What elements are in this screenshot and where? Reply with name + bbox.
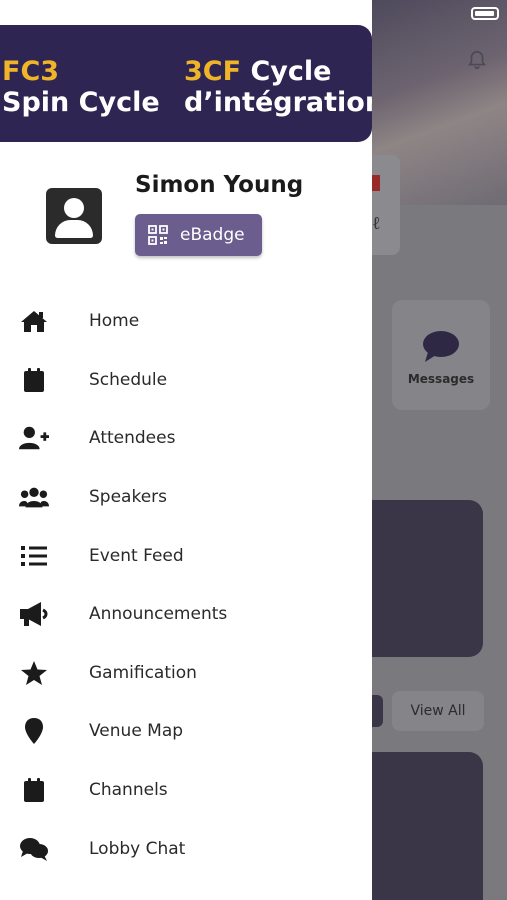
background-card-2 xyxy=(372,752,483,900)
menu-item-attendees[interactable]: Attendees xyxy=(0,409,372,468)
calendar-icon xyxy=(19,365,49,395)
menu-item-label: Lobby Chat xyxy=(89,838,186,859)
messages-label: Messages xyxy=(407,372,475,386)
star-icon xyxy=(19,658,49,688)
home-icon xyxy=(19,306,49,336)
ebadge-label: eBadge xyxy=(180,225,245,245)
menu-item-label: Schedule xyxy=(89,369,168,390)
user-name: Simon Young xyxy=(135,172,304,198)
menu-item-label: Event Feed xyxy=(89,545,184,566)
banner-line1-right: 3CF Cycle xyxy=(184,56,331,87)
view-all-button[interactable]: View All xyxy=(392,691,484,731)
banner-line2-right: d’intégration xyxy=(184,87,372,118)
menu-item-event-feed[interactable]: Event Feed xyxy=(0,526,372,585)
drawer-menu: Home Schedule Attendees Speakers Event F… xyxy=(0,292,372,878)
hero-card-script: ℓ xyxy=(372,213,381,234)
chat-icon xyxy=(19,834,49,864)
banner-line1-left: FC3 xyxy=(2,56,60,87)
menu-item-label: Speakers xyxy=(89,487,168,508)
messages-icon xyxy=(423,331,459,362)
menu-item-gamification[interactable]: Gamification xyxy=(0,644,372,703)
ebadge-button[interactable]: eBadge xyxy=(135,214,262,256)
menu-item-label: Announcements xyxy=(89,604,228,625)
messages-tile[interactable]: Messages xyxy=(392,300,490,410)
menu-item-channels[interactable]: Channels xyxy=(0,761,372,820)
menu-item-schedule[interactable]: Schedule xyxy=(0,351,372,410)
menu-item-lobby-chat[interactable]: Lobby Chat xyxy=(0,819,372,878)
list-icon xyxy=(19,541,49,571)
hero-card: ℓ xyxy=(372,155,400,255)
banner-highlight: 3CF xyxy=(184,56,242,87)
user-icon[interactable] xyxy=(46,188,102,244)
menu-item-speakers[interactable]: Speakers xyxy=(0,468,372,527)
users-icon xyxy=(19,482,49,512)
background-tab xyxy=(372,695,383,727)
menu-item-home[interactable]: Home xyxy=(0,292,372,351)
menu-item-label: Attendees xyxy=(89,428,176,449)
qr-code-icon xyxy=(148,225,168,245)
menu-item-label: Home xyxy=(89,311,140,332)
map-pin-icon xyxy=(19,716,49,746)
banner-line2-left: Spin Cycle xyxy=(2,87,160,118)
background-card xyxy=(372,500,483,657)
navigation-drawer: FC3 Spin Cycle 3CF Cycle d’intégration S… xyxy=(0,0,372,900)
user-plus-icon xyxy=(19,423,49,453)
calendar-icon xyxy=(19,775,49,805)
battery-icon xyxy=(471,7,499,20)
menu-item-label: Venue Map xyxy=(89,721,184,742)
megaphone-icon xyxy=(19,599,49,629)
menu-item-announcements[interactable]: Announcements xyxy=(0,585,372,644)
menu-item-label: Gamification xyxy=(89,662,197,683)
banner-cycle: Cycle xyxy=(250,56,332,87)
menu-item-label: Channels xyxy=(89,780,168,801)
menu-item-venue-map[interactable]: Venue Map xyxy=(0,702,372,761)
hero-card-accent xyxy=(372,175,380,191)
bell-icon[interactable] xyxy=(466,48,488,72)
event-banner: FC3 Spin Cycle 3CF Cycle d’intégration xyxy=(0,25,372,142)
